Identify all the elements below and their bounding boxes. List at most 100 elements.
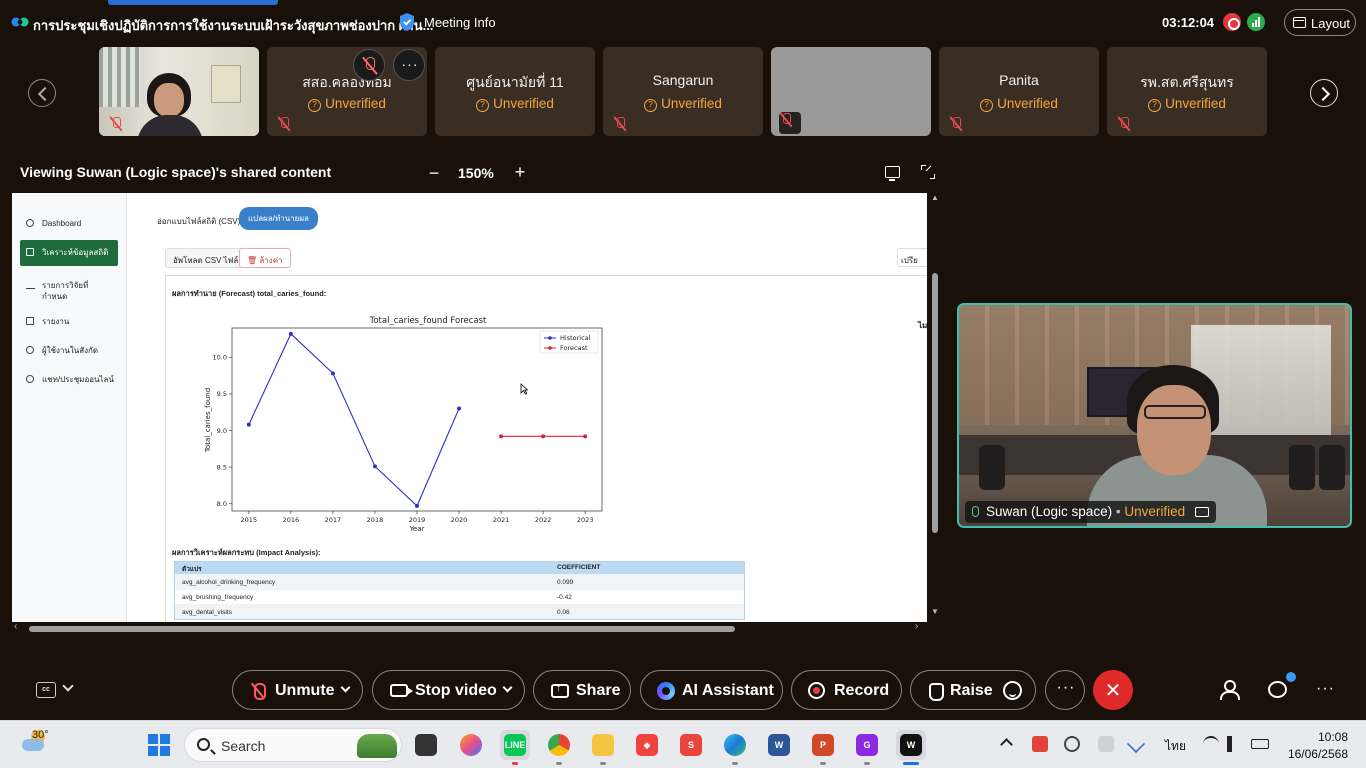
participant-tile[interactable]: Panita Unverified [939,47,1099,136]
sidebar-item-chat[interactable]: แชท/ประชุมออนไลน์ [20,367,118,391]
fullscreen-icon[interactable] [921,165,935,179]
strip-prev-arrow-icon[interactable] [28,79,56,107]
tray-security-icon[interactable] [1064,736,1080,752]
tab-forecast[interactable]: แปลผล/ทำนายผล [239,207,318,230]
weather-temperature[interactable]: 30° [32,729,49,741]
mic-muted-icon [949,116,963,132]
ai-assistant-button[interactable]: AI Assistant [640,670,783,710]
word-icon: W [768,734,790,756]
horizontal-scroll-thumb[interactable] [29,626,735,632]
shared-screen[interactable]: Dashboard วิเคราะห์ข้อมูลสถิติ รายการวิจ… [12,193,927,622]
scroll-down-icon[interactable]: ▼ [931,607,939,616]
tile-mute-button[interactable] [353,49,385,81]
zoom-out-button[interactable]: − [426,163,442,184]
shared-vertical-scrollbar[interactable]: ▲ ▼ [930,193,940,623]
sidebar-item-users[interactable]: ผู้ใช้งานในสังกัด [20,338,118,362]
mic-muted-icon [1117,116,1131,132]
participant-tile[interactable]: Sangarun Unverified [603,47,763,136]
taskbar-app-copilot[interactable] [456,730,486,760]
mic-muted-icon [277,116,291,132]
popout-icon[interactable] [885,166,900,181]
chart-y-axis-label: Total_caries_found [204,388,212,453]
input-language[interactable]: ไทย [1165,737,1186,756]
speaker-status: Unverified [1124,504,1186,519]
taskbar-app-task-view[interactable] [411,730,441,760]
participant-tile[interactable]: ศูนย์อนามัยที่ 11 Unverified [435,47,595,136]
more-panels-icon[interactable]: ··· [1316,680,1335,698]
participant-tile[interactable]: รพ.สต.ศรีสุนทร Unverified [1107,47,1267,136]
taskbar-app-edge[interactable] [720,730,750,765]
system-date[interactable]: 16/06/2568 [1282,747,1348,761]
sidebar-item-reports[interactable]: รายงาน [20,309,118,333]
legend-swatch-marker [548,346,552,350]
unmute-button[interactable]: Unmute [232,670,363,710]
scroll-right-icon[interactable]: › [915,621,918,632]
tray-overflow-chevron-icon[interactable] [1000,738,1013,751]
taskbar-app-powerpoint[interactable]: P [808,730,838,765]
taskbar-app-chrome[interactable] [544,730,574,765]
scroll-up-icon[interactable]: ▲ [931,193,939,202]
titlebar-accent [108,0,278,5]
app-active-indicator [903,762,919,765]
compare-button[interactable]: เปรีย [897,248,927,267]
sidebar-item-statistics[interactable]: วิเคราะห์ข้อมูลสถิติ [20,240,118,266]
taskbar-search-box[interactable]: Search [184,728,402,762]
tray-location-icon[interactable] [1126,734,1146,754]
table-header-coefficient: COEFFICIENT [557,564,601,571]
closed-captions-button[interactable]: cc [36,682,56,698]
taskbar-app-pdf[interactable]: G [852,730,882,765]
wifi-icon[interactable] [1203,736,1219,752]
app-running-indicator [556,762,562,765]
more-options-button[interactable]: ··· [1045,670,1085,710]
tile-more-button[interactable]: ··· [393,49,425,81]
participants-icon[interactable] [1220,680,1240,700]
chevron-down-icon[interactable] [340,682,351,693]
clear-button[interactable]: 🗑 ล้างค่า [239,248,291,268]
participant-tile-no-video[interactable] [771,47,931,136]
participant-tile-video[interactable] [99,47,259,136]
system-time[interactable]: 10:08 [1292,730,1348,744]
strip-next-arrow-icon[interactable] [1310,79,1338,107]
chat-icon[interactable] [1268,681,1287,698]
taskbar-app-slides[interactable]: S [676,730,706,760]
taskbar-app-explorer[interactable] [588,730,618,765]
recording-indicator-icon[interactable] [1223,13,1241,31]
task-view-icon [415,734,437,756]
taskbar-app-word[interactable]: W [764,730,794,760]
volume-muted-icon[interactable] [1227,736,1237,752]
sidebar-item-research[interactable]: รายการวิจัยที่กำหนด [20,273,118,301]
shared-horizontal-scrollbar[interactable]: ‹ › [12,621,927,635]
share-button[interactable]: Share [533,670,631,710]
windows-start-icon[interactable] [148,734,170,756]
chevron-down-icon[interactable] [62,680,74,692]
ai-assistant-label: AI Assistant [682,682,774,699]
chart-icon [26,248,34,256]
vertical-scroll-thumb[interactable] [932,273,938,533]
taskbar-app-line[interactable]: LINE [500,730,530,765]
reactions-emoji-icon[interactable] [1003,681,1022,700]
shield-icon[interactable] [398,12,416,32]
sidebar-item-dashboard[interactable]: Dashboard [20,211,118,235]
leave-meeting-button[interactable]: ✕ [1093,670,1133,710]
layout-label: Layout [1311,16,1351,31]
tray-mic-muted-icon[interactable] [1098,736,1114,752]
tab-csv-design[interactable]: อ่อกแบบไฟล์สถิติ (CSV) [157,215,240,228]
taskbar-app-anydesk[interactable]: ◆ [632,730,662,760]
tray-anydesk-icon[interactable] [1032,736,1048,752]
zoom-in-button[interactable]: + [512,162,528,183]
upload-csv-button[interactable]: อัพโหลด CSV ไฟล์ [165,248,247,268]
stop-video-button[interactable]: Stop video [372,670,525,710]
layout-button[interactable]: Layout [1284,9,1356,36]
taskbar-app-webex[interactable]: W [896,730,926,765]
battery-icon[interactable] [1251,739,1269,749]
chevron-down-icon[interactable] [502,682,513,693]
table-header-row: ตัวแปร COEFFICIENT [175,562,744,574]
active-speaker-video[interactable]: Suwan (Logic space) • Unverified [957,303,1352,528]
scroll-left-icon[interactable]: ‹ [14,621,17,632]
raise-hand-button[interactable]: Raise [910,670,1036,710]
network-signal-icon[interactable] [1247,13,1265,31]
record-button[interactable]: Record [791,670,902,710]
meeting-info-link[interactable]: Meeting Info [424,15,496,30]
trash-icon: 🗑 [247,256,260,265]
zoom-level[interactable]: 150% [458,165,494,181]
